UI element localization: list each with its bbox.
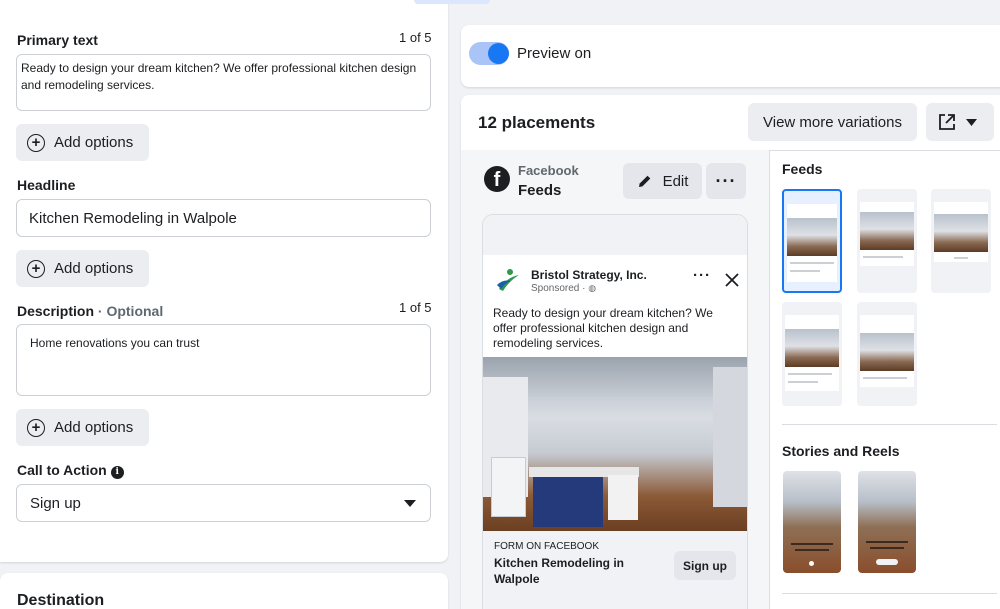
caret-down-icon	[966, 118, 977, 126]
pencil-icon	[638, 175, 650, 187]
info-icon[interactable]: i	[110, 465, 124, 479]
plus-circle-icon: +	[27, 133, 45, 152]
placement-name: Feeds	[518, 182, 562, 199]
thumb-line	[863, 377, 907, 379]
toggle-knob	[488, 43, 509, 64]
headline-label: Headline	[17, 177, 76, 193]
description-field[interactable]: Home renovations you can trust	[16, 324, 431, 396]
thumb-card	[785, 315, 839, 391]
thumb-line	[788, 373, 832, 375]
lower-cabinet	[491, 457, 526, 517]
bristol-logo-icon	[493, 265, 523, 295]
thumb-line	[954, 257, 968, 259]
close-icon[interactable]	[725, 273, 739, 287]
more-options-button[interactable]: ···	[706, 163, 746, 199]
plus-circle-icon: +	[27, 259, 45, 278]
stories-reels-heading: Stories and Reels	[782, 443, 900, 459]
primary-text-counter: 1 of 5	[399, 30, 432, 45]
active-tab-indicator	[414, 0, 490, 4]
ad-cta-button[interactable]: Sign up	[674, 551, 736, 580]
thumb-card	[860, 202, 914, 266]
headline-add-options-button[interactable]: + Add options	[16, 250, 149, 287]
thumb-line	[863, 256, 903, 258]
story-thumbnail-2[interactable]	[858, 471, 916, 573]
view-more-variations-button[interactable]: View more variations	[748, 103, 917, 141]
ad-image	[483, 357, 747, 531]
thumb-line	[788, 381, 818, 383]
cta-label: Call to Action i	[17, 462, 124, 479]
ad-primary-text: Ready to design your dream kitchen? We o…	[493, 306, 713, 350]
description-optional-tag: · Optional	[97, 303, 164, 319]
headline-field[interactable]: Kitchen Remodeling in Walpole	[16, 199, 431, 237]
edit-label: Edit	[662, 172, 689, 190]
share-menu-button[interactable]	[926, 103, 994, 141]
description-label-text: Description	[17, 303, 95, 319]
story-thumbnail-1[interactable]	[783, 471, 841, 573]
thumbs-divider	[782, 424, 997, 425]
phone-status-area	[483, 215, 747, 255]
stools	[608, 475, 638, 520]
thumb-image	[860, 212, 914, 250]
cta-select[interactable]: Sign up	[16, 484, 431, 522]
primary-text-add-options-button[interactable]: + Add options	[16, 124, 149, 161]
column-divider	[769, 150, 770, 609]
feed-thumbnail-3[interactable]	[931, 189, 991, 293]
ad-sponsored-text: Sponsored ·	[531, 283, 589, 294]
thumb-card	[860, 315, 914, 387]
ad-preview: Bristol Strategy, Inc. Sponsored · ◍ ···…	[483, 215, 747, 609]
thumb-line	[870, 547, 904, 549]
thumb-card	[934, 202, 988, 262]
thumb-image	[860, 333, 914, 371]
thumb-pill	[876, 559, 898, 565]
ad-more-icon[interactable]: ···	[693, 267, 711, 284]
primary-text-field[interactable]: Ready to design your dream kitchen? We o…	[16, 54, 431, 111]
feed-thumbnail-4[interactable]	[782, 302, 842, 406]
description-add-options-button[interactable]: + Add options	[16, 409, 149, 446]
ad-headline: Kitchen Remodeling in Walpole	[494, 556, 625, 586]
destination-heading: Destination	[17, 592, 105, 609]
preview-toggle-label: Preview on	[517, 45, 592, 62]
right-cabinets	[713, 367, 747, 507]
external-link-icon	[939, 114, 955, 130]
feed-thumbnail-5[interactable]	[857, 302, 917, 406]
feed-thumbnail-2[interactable]	[857, 189, 917, 293]
thumb-line	[790, 270, 820, 272]
cta-select-value: Sign up	[30, 495, 81, 512]
thumb-line	[795, 549, 829, 551]
caret-down-icon	[404, 500, 416, 507]
description-counter: 1 of 5	[399, 300, 432, 315]
thumb-line	[866, 541, 908, 543]
description-value: Home renovations you can trust	[30, 336, 200, 350]
facebook-logo-icon: f	[484, 166, 510, 192]
ad-page-name: Bristol Strategy, Inc.	[531, 268, 647, 282]
add-options-label: Add options	[54, 419, 134, 436]
description-label: Description · Optional	[17, 303, 163, 319]
thumb-image	[787, 218, 837, 256]
thumbs-divider	[782, 593, 997, 594]
globe-icon: ◍	[588, 283, 597, 293]
more-dots-icon: ···	[715, 170, 737, 191]
placements-count: 12 placements	[478, 113, 596, 132]
thumb-dot	[809, 561, 814, 566]
thumb-line	[790, 262, 834, 264]
island	[533, 475, 603, 527]
feed-thumbnail-1[interactable]	[782, 189, 842, 293]
thumb-image	[934, 214, 988, 252]
primary-text-label: Primary text	[17, 32, 98, 48]
thumb-image	[785, 329, 839, 367]
plus-circle-icon: +	[27, 418, 45, 437]
add-options-label: Add options	[54, 134, 134, 151]
thumb-card	[787, 204, 837, 282]
add-options-label: Add options	[54, 260, 134, 277]
feeds-heading: Feeds	[782, 161, 823, 177]
thumb-line	[791, 543, 833, 545]
ad-form-label: FORM ON FACEBOOK	[494, 541, 600, 552]
cta-label-text: Call to Action	[17, 462, 107, 478]
preview-toggle[interactable]	[469, 42, 509, 65]
platform-name: Facebook	[518, 163, 579, 178]
primary-text-value: Ready to design your dream kitchen? We o…	[21, 61, 417, 92]
headline-value: Kitchen Remodeling in Walpole	[29, 210, 237, 227]
ad-sponsored: Sponsored · ◍	[531, 283, 596, 294]
edit-button[interactable]: Edit	[623, 163, 702, 199]
